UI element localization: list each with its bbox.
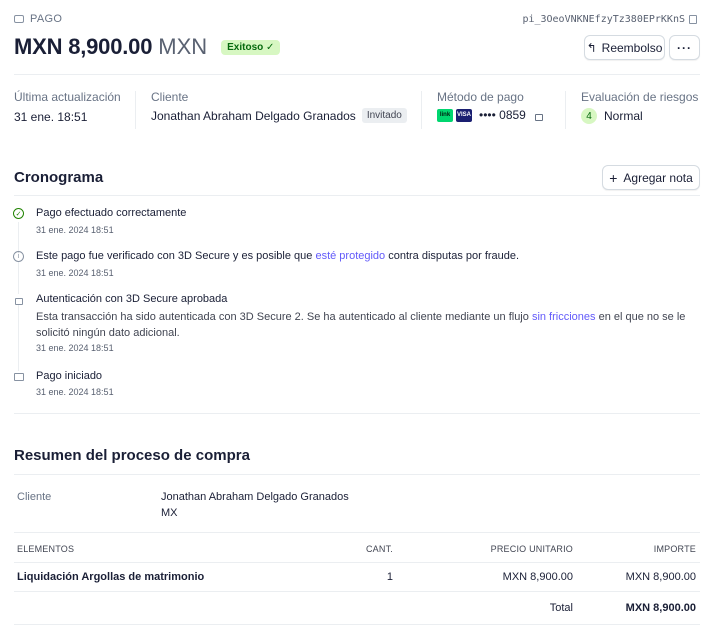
last-update-label: Última actualización: [14, 90, 121, 104]
checkout-customer-country: MX: [161, 507, 178, 519]
payment-currency: MXN: [158, 34, 208, 59]
column-header-unit-price: PRECIO UNITARIO: [490, 544, 573, 554]
column-header-qty: CANT.: [365, 544, 393, 554]
timeline-divider: [14, 195, 700, 196]
checkout-title: Resumen del proceso de compra: [14, 447, 250, 464]
event-description: Esta transacción ha sido autenticada con…: [36, 309, 696, 341]
card-icon: [14, 15, 24, 23]
event-date: 31 ene. 2024 18:51: [36, 343, 114, 353]
event-title: Este pago fue verificado con 3D Secure y…: [36, 250, 519, 262]
column-header-amount: IMPORTE: [653, 544, 696, 554]
event-title: Pago efectuado correctamente: [36, 207, 187, 219]
add-note-button[interactable]: + Agregar nota: [602, 165, 700, 190]
table-row: Liquidación Argollas de matrimonio 1 MXN…: [0, 562, 723, 591]
table-row-divider: [14, 591, 700, 592]
plus-icon: +: [609, 169, 618, 186]
payment-method-field: link VISA •••• 0859: [437, 108, 543, 122]
payment-id-text: pi_3OeoVNKNEfzyTz380EPrKKnS: [522, 14, 685, 25]
guest-chip: Invitado: [361, 108, 407, 123]
frictionless-link[interactable]: sin fricciones: [532, 311, 596, 323]
copy-icon[interactable]: [689, 15, 697, 24]
payment-method-label: Método de pago: [437, 90, 524, 104]
item-amount: MXN 8,900.00: [625, 571, 696, 583]
refund-button[interactable]: ↰ Reembolso: [584, 35, 665, 60]
event-desc-text: Esta transacción ha sido autenticada con…: [36, 311, 532, 323]
event-title-text: contra disputas por fraude.: [385, 250, 520, 262]
event-title-text: Este pago fue verificado con 3D Secure y…: [36, 250, 316, 262]
payment-amount: MXN 8,900.00: [14, 34, 153, 59]
info-icon: i: [13, 251, 24, 262]
protected-link[interactable]: esté protegido: [315, 250, 385, 262]
lock-icon: [534, 113, 543, 121]
lock-icon: [13, 294, 24, 305]
column-separator: [421, 91, 422, 129]
more-actions-button[interactable]: ···: [669, 35, 700, 60]
table-bottom-divider: [14, 624, 700, 625]
card-icon: [13, 371, 24, 382]
event-date: 31 ene. 2024 18:51: [36, 225, 114, 235]
checkout-divider: [14, 474, 700, 475]
card-last4: •••• 0859: [479, 108, 526, 122]
item-qty: 1: [386, 571, 393, 583]
customer-field: Jonathan Abraham Delgado Granados Invita…: [151, 108, 407, 123]
visa-logo-icon: VISA: [456, 108, 472, 122]
column-separator: [565, 91, 566, 129]
refund-button-label: Reembolso: [601, 40, 663, 55]
eyebrow-label: PAGO: [30, 13, 63, 25]
event-title: Autenticación con 3D Secure aprobada: [36, 293, 228, 305]
more-icon: ···: [677, 40, 692, 55]
checkout-customer-label: Cliente: [17, 491, 52, 503]
link-logo-icon: link: [437, 108, 453, 122]
table-top-divider: [14, 532, 700, 533]
total-value: MXN 8,900.00: [625, 602, 696, 614]
undo-icon: ↰: [586, 40, 597, 55]
add-note-label: Agregar nota: [623, 170, 693, 185]
risk-field[interactable]: 4 Normal: [581, 108, 643, 124]
timeline-title: Cronograma: [14, 169, 104, 186]
header-divider: [14, 74, 700, 75]
customer-link[interactable]: Jonathan Abraham Delgado Granados: [151, 109, 356, 123]
item-name: Liquidación Argollas de matrimonio: [17, 571, 205, 583]
page-eyebrow: PAGO: [14, 13, 62, 25]
event-date: 31 ene. 2024 18:51: [36, 387, 114, 397]
risk-level[interactable]: Normal: [604, 109, 643, 123]
column-separator: [135, 91, 136, 129]
payment-id[interactable]: pi_3OeoVNKNEfzyTz380EPrKKnS: [522, 14, 697, 25]
check-circle-icon: ✓: [13, 208, 24, 219]
item-unit-price: MXN 8,900.00: [502, 571, 573, 583]
amount-row: MXN 8,900.00 MXN Exitoso ✓: [14, 34, 281, 60]
status-badge: Exitoso ✓: [221, 39, 281, 55]
risk-score: 4: [581, 108, 597, 124]
section-divider: [14, 413, 700, 414]
risk-label: Evaluación de riesgos: [581, 90, 699, 104]
checkout-customer-name: Jonathan Abraham Delgado Granados: [161, 491, 349, 503]
last-update-value: 31 ene. 18:51: [14, 110, 88, 124]
total-label: Total: [549, 602, 573, 614]
column-header-items: ELEMENTOS: [17, 544, 75, 554]
event-title: Pago iniciado: [36, 370, 103, 382]
customer-label: Cliente: [151, 90, 189, 104]
event-date: 31 ene. 2024 18:51: [36, 268, 114, 278]
